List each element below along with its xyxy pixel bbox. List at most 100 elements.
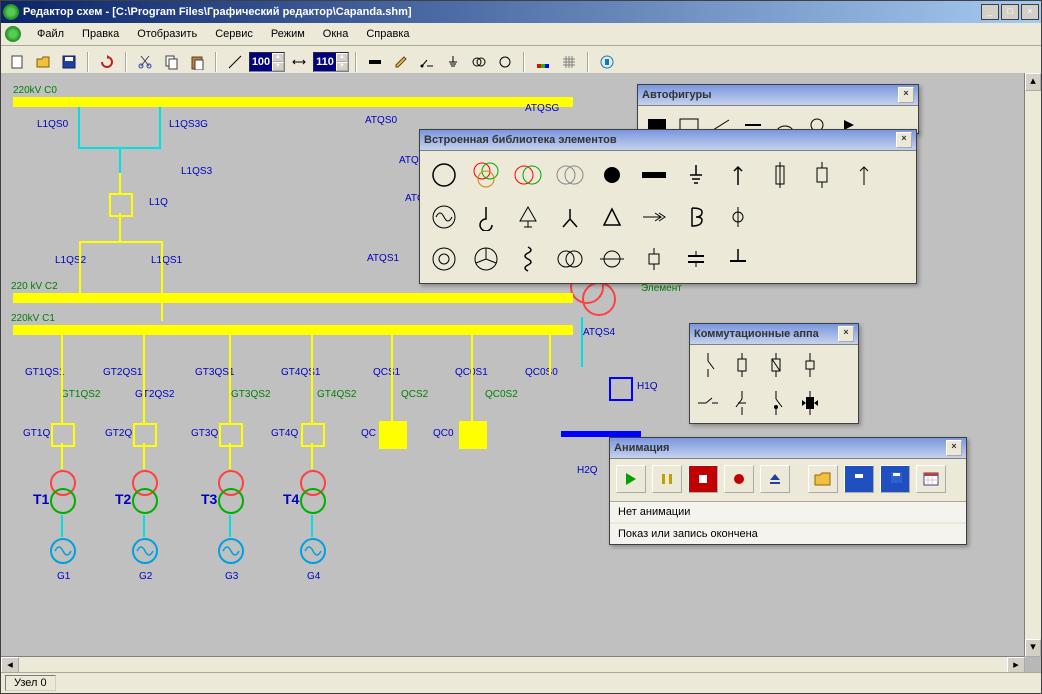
open-folder-button[interactable] <box>808 465 838 493</box>
grid-tool[interactable] <box>557 50 581 74</box>
library-close[interactable]: × <box>896 132 912 148</box>
menu-view[interactable]: Отобразить <box>129 26 205 42</box>
panel-switchgear-title[interactable]: Коммутационные аппа× <box>690 324 858 345</box>
panel-library-title[interactable]: Встроенная библиотека элементов× <box>420 130 916 151</box>
menu-file[interactable]: Файл <box>29 26 72 42</box>
lib-cap2[interactable] <box>802 155 842 195</box>
lib-ground2[interactable] <box>718 239 758 279</box>
lib-sine[interactable] <box>424 197 464 237</box>
lib-cap-v[interactable] <box>634 239 674 279</box>
breaker-gt2q[interactable] <box>133 423 157 447</box>
sw-8[interactable] <box>796 387 824 419</box>
switchgear-close[interactable]: × <box>838 326 854 342</box>
lib-arrow-up[interactable] <box>718 155 758 195</box>
vertical-scrollbar[interactable]: ▴ ▾ <box>1024 73 1041 657</box>
lib-bar[interactable] <box>634 155 674 195</box>
panel-library[interactable]: Встроенная библиотека элементов× <box>419 129 917 284</box>
lib-fuse[interactable] <box>760 155 800 195</box>
sw-1[interactable] <box>694 349 722 381</box>
color-tool[interactable] <box>531 50 555 74</box>
save-button[interactable] <box>57 50 81 74</box>
autoshapes-close[interactable]: × <box>898 87 914 103</box>
open-button[interactable] <box>31 50 55 74</box>
lib-capacitor[interactable] <box>676 239 716 279</box>
zoom2-input[interactable]: 110▲▼ <box>313 52 349 72</box>
lib-blank3[interactable] <box>844 197 884 237</box>
ground-tool[interactable] <box>441 50 465 74</box>
lib-3circle[interactable] <box>466 155 506 195</box>
lib-arrow-up2[interactable] <box>844 155 884 195</box>
panel-animation[interactable]: Анимация× Нет анимации Показ или запись … <box>609 437 967 545</box>
gen-tool[interactable] <box>493 50 517 74</box>
sw-6[interactable] <box>728 387 756 419</box>
lib-2circ[interactable] <box>550 239 590 279</box>
lib-dot[interactable] <box>592 155 632 195</box>
lib-2circle-grey[interactable] <box>550 155 590 195</box>
lib-sector[interactable] <box>466 239 506 279</box>
sw-2[interactable] <box>728 349 756 381</box>
breaker-gt3q[interactable] <box>219 423 243 447</box>
save-anim-button[interactable] <box>844 465 874 493</box>
panel-autoshapes-title[interactable]: Автофигуры× <box>638 85 918 106</box>
new-button[interactable] <box>5 50 29 74</box>
minimize-button[interactable]: _ <box>981 4 999 20</box>
sw-4[interactable] <box>796 349 824 381</box>
panel-switchgear[interactable]: Коммутационные аппа× <box>689 323 859 424</box>
transformer-tool[interactable] <box>467 50 491 74</box>
menu-mode[interactable]: Режим <box>263 26 313 42</box>
lib-circle[interactable] <box>424 155 464 195</box>
horizontal-scrollbar[interactable]: ◂ ▸ <box>1 656 1025 673</box>
play-button[interactable] <box>616 465 646 493</box>
lib-b[interactable] <box>676 197 716 237</box>
breaker-l1q[interactable] <box>109 193 133 217</box>
menu-service[interactable]: Сервис <box>207 26 261 42</box>
resize-tool[interactable] <box>287 50 311 74</box>
zoom1-input[interactable]: 100▲▼ <box>249 52 285 72</box>
animation-close[interactable]: × <box>946 440 962 456</box>
cut-button[interactable] <box>133 50 157 74</box>
eject-button[interactable] <box>760 465 790 493</box>
sw-3[interactable] <box>762 349 790 381</box>
sw-7[interactable] <box>762 387 790 419</box>
lib-blank2[interactable] <box>802 197 842 237</box>
menu-windows[interactable]: Окна <box>315 26 357 42</box>
calendar-button[interactable] <box>916 465 946 493</box>
paste-button[interactable] <box>185 50 209 74</box>
lib-crossing[interactable] <box>718 197 758 237</box>
switch-tool[interactable] <box>415 50 439 74</box>
lib-hook[interactable] <box>466 197 506 237</box>
edit-tool[interactable] <box>389 50 413 74</box>
menu-help[interactable]: Справка <box>358 26 417 42</box>
lib-ground[interactable] <box>676 155 716 195</box>
anim-tool[interactable] <box>595 50 619 74</box>
lib-blank6[interactable] <box>844 239 884 279</box>
breaker-gt1q[interactable] <box>51 423 75 447</box>
panel-animation-title[interactable]: Анимация× <box>610 438 966 459</box>
refresh-button[interactable] <box>95 50 119 74</box>
lib-tri-ground[interactable] <box>508 197 548 237</box>
breaker-qc0[interactable] <box>459 421 487 449</box>
bus-tool[interactable] <box>363 50 387 74</box>
lib-delta[interactable] <box>592 197 632 237</box>
breaker-gt4q[interactable] <box>301 423 325 447</box>
maximize-button[interactable]: □ <box>1001 4 1019 20</box>
close-button[interactable]: × <box>1021 4 1039 20</box>
lib-blank4[interactable] <box>760 239 800 279</box>
breaker-qc[interactable] <box>379 421 407 449</box>
lib-2circle-rg[interactable] <box>508 155 548 195</box>
record-button[interactable] <box>724 465 754 493</box>
sw-5[interactable] <box>694 387 722 419</box>
line-tool[interactable] <box>223 50 247 74</box>
lib-star[interactable] <box>550 197 590 237</box>
copy-button[interactable] <box>159 50 183 74</box>
stop-button[interactable] <box>688 465 718 493</box>
lib-blank1[interactable] <box>760 197 800 237</box>
lib-coil[interactable] <box>508 239 548 279</box>
pause-button[interactable] <box>652 465 682 493</box>
menu-edit[interactable]: Правка <box>74 26 127 42</box>
lib-arrow-2[interactable] <box>634 197 674 237</box>
lib-ring[interactable] <box>424 239 464 279</box>
lib-blank5[interactable] <box>802 239 842 279</box>
panel-autoshapes[interactable]: Автофигуры× <box>637 84 919 134</box>
save-all-button[interactable] <box>880 465 910 493</box>
